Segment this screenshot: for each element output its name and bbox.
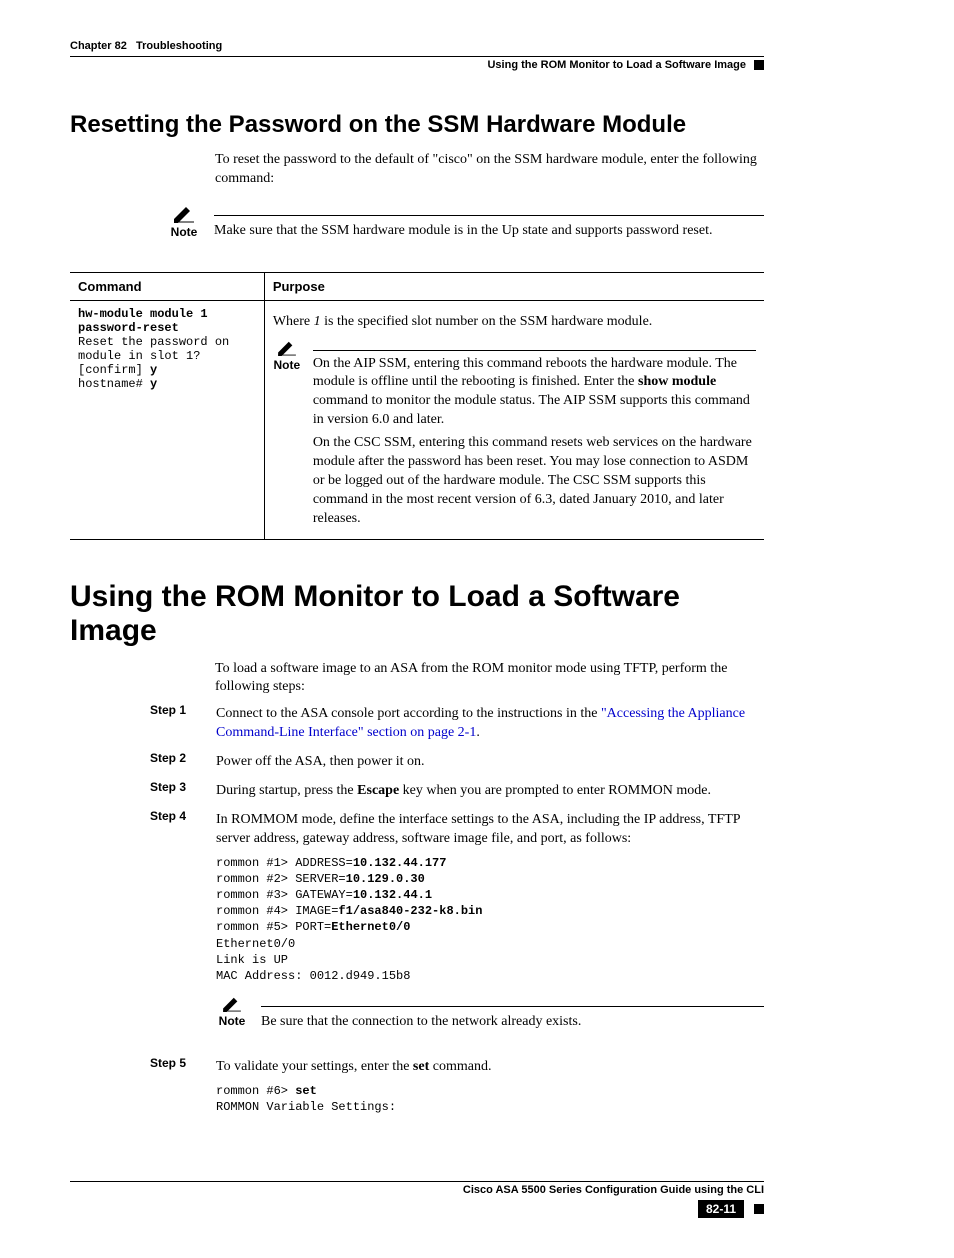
inner-note-label: Note [273,358,301,372]
inner-note-p1: On the AIP SSM, entering this command re… [313,355,756,431]
chapter-number: Chapter 82 [70,40,127,52]
step-5: Step 5 To validate your settings, enter … [150,1056,764,1121]
note-rule [214,215,764,216]
step4-note: Note Be sure that the connection to the … [215,996,764,1038]
note-icon: Note [215,996,249,1028]
cmd-hostname-prompt: hostname# [78,377,150,391]
step-label: Step 4 [150,809,200,990]
page-footer: Cisco ASA 5500 Series Configuration Guid… [70,1181,764,1218]
note-icon: Note [170,205,198,239]
note-icon: Note [273,340,301,372]
note-block: Note Make sure that the SSM hardware mod… [170,205,764,247]
header-marker-icon [754,60,764,70]
command-cell: hw-module module 1 password-reset Reset … [70,300,264,539]
table-row: hw-module module 1 password-reset Reset … [70,300,764,539]
note-label: Note [170,225,198,239]
section2-intro: To load a software image to an ASA from … [215,660,764,698]
note-label: Note [215,1014,249,1028]
note-rule [313,350,756,351]
cmd-hostname-y: y [150,377,157,391]
header-section-row: Using the ROM Monitor to Load a Software… [70,56,764,71]
pencil-icon [172,205,196,223]
pencil-icon [221,996,243,1012]
step-2-text: Power off the ASA, then power it on. [216,753,764,772]
step-label: Step 3 [150,780,200,803]
step-label: Step 1 [150,703,200,745]
header-chapter: Chapter 82 Troubleshooting [70,40,222,52]
purpose-cell: Where 1 is the specified slot number on … [264,300,764,539]
section-heading-rom-monitor: Using the ROM Monitor to Load a Software… [70,580,764,648]
note-text: Make sure that the SSM hardware module i… [214,222,764,241]
chapter-name: Troubleshooting [136,40,222,52]
command-table: Command Purpose hw-module module 1 passw… [70,272,764,540]
footer-marker-icon [754,1204,764,1214]
purpose-line: Where 1 is the specified slot number on … [273,313,756,332]
rommon-set-code: rommon #6> set ROMMON Variable Settings: [216,1083,764,1115]
section1-intro: To reset the password to the default of … [215,151,764,189]
page-number: 82-11 [698,1200,744,1218]
section-heading-reset-password: Resetting the Password on the SSM Hardwa… [70,111,764,139]
cmd-confirm-y: y [150,363,157,377]
step4-note-text: Be sure that the connection to the netwo… [261,1013,764,1032]
step-4: Step 4 In ROMMOM mode, define the interf… [150,809,764,990]
step-3: Step 3 During startup, press the Escape … [150,780,764,803]
table-header-purpose: Purpose [264,272,764,300]
rommon-code-block: rommon #1> ADDRESS=10.132.44.177 rommon … [216,855,764,985]
running-header: Chapter 82 Troubleshooting [70,40,764,52]
step-3-text: During startup, press the Escape key whe… [216,782,764,801]
step-2: Step 2 Power off the ASA, then power it … [150,751,764,774]
cmd-hw-module: hw-module module 1 password-reset [78,307,215,335]
table-header-command: Command [70,272,264,300]
step-1-text: Connect to the ASA console port accordin… [216,705,764,743]
inner-note-p2: On the CSC SSM, entering this command re… [313,434,756,528]
header-section-title: Using the ROM Monitor to Load a Software… [487,59,746,71]
step-label: Step 2 [150,751,200,774]
step-4-text: In ROMMOM mode, define the interface set… [216,811,764,849]
footer-doc-title: Cisco ASA 5500 Series Configuration Guid… [463,1184,764,1196]
cmd-confirm-prompt: Reset the password on module in slot 1? … [78,335,236,377]
step-5-text: To validate your settings, enter the set… [216,1058,764,1077]
step-1: Step 1 Connect to the ASA console port a… [150,703,764,745]
inner-note-block: Note On the AIP SSM, entering this comma… [273,340,756,533]
pencil-icon [276,340,298,356]
step-label: Step 5 [150,1056,200,1121]
note-rule [261,1006,764,1007]
